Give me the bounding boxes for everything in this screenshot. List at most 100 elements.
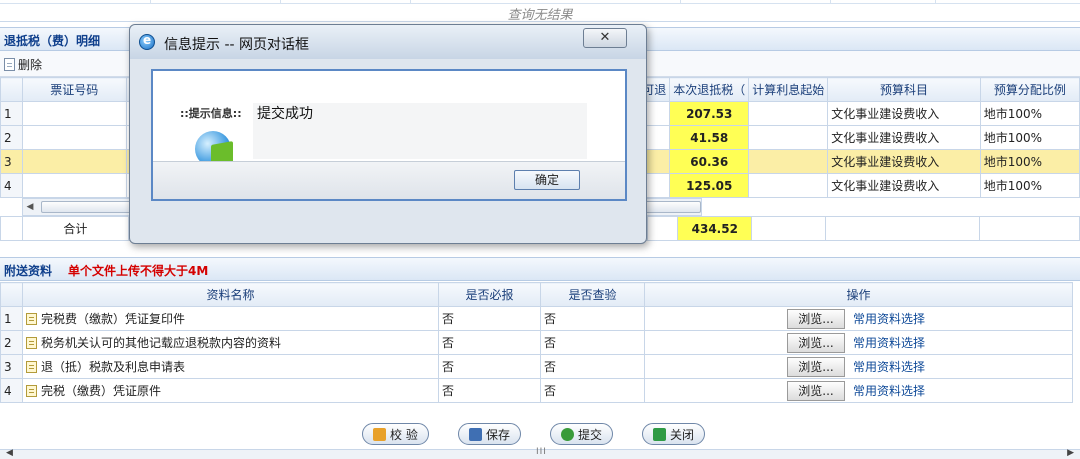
scroll-left-icon[interactable]: ◀: [23, 199, 37, 215]
table-row[interactable]: 4 完税（缴费）凭证原件 否 否 浏览... 常用资料选择: [0, 378, 1073, 403]
check-circle-icon: [561, 427, 574, 441]
interest-start-cell[interactable]: [748, 173, 829, 198]
budget-ratio-cell: 地市100%: [979, 101, 1080, 126]
row-number: 4: [0, 173, 23, 198]
close-button[interactable]: 关闭: [642, 423, 706, 445]
budget-subject-cell: 文化事业建设费收入: [827, 173, 981, 198]
ticket-number-cell[interactable]: [21, 101, 127, 126]
ok-button[interactable]: 确定: [514, 170, 580, 190]
delete-button[interactable]: 删除: [4, 56, 42, 73]
common-material-link[interactable]: 常用资料选择: [853, 384, 925, 398]
ticket-number-cell[interactable]: [21, 125, 127, 150]
file-icon: [26, 337, 37, 349]
col-required[interactable]: 是否必报: [438, 282, 541, 307]
file-icon: [26, 385, 37, 397]
verify-cell: 否: [540, 354, 645, 379]
browse-button[interactable]: 浏览...: [787, 380, 845, 401]
row-number: 4: [0, 378, 23, 403]
dialog-close-button[interactable]: ✕: [583, 28, 627, 48]
refund-amount-cell[interactable]: 41.58: [669, 125, 750, 150]
page: 查询无结果 退抵税（费）明细 删除 票证号码 余可退 本次退抵税（ 计算利息起始…: [0, 0, 1080, 459]
close-icon: ✕: [599, 30, 611, 45]
no-result-text: 查询无结果: [507, 8, 573, 23]
file-icon: [26, 313, 37, 325]
dialog-titlebar[interactable]: 信息提示 -- 网页对话框 ✕: [130, 25, 646, 59]
col-verify[interactable]: 是否查验: [540, 282, 645, 307]
submit-button[interactable]: 提交: [550, 423, 614, 445]
total-label: 合计: [21, 216, 129, 241]
dialog-footer: 确定: [153, 161, 625, 199]
scrollbar-grip-icon[interactable]: III: [536, 447, 547, 457]
prompt-label: ::提示信息::: [180, 107, 242, 120]
budget-subject-cell: 文化事业建设费收入: [827, 101, 981, 126]
table-header-row: 资料名称 是否必报 是否查验 操作: [0, 282, 1073, 307]
budget-ratio-cell: 地市100%: [979, 125, 1080, 150]
required-cell: 否: [438, 378, 541, 403]
required-cell: 否: [438, 354, 541, 379]
browse-button[interactable]: 浏览...: [787, 308, 845, 329]
material-name: 完税费（缴款）凭证复印件: [41, 312, 186, 326]
internet-explorer-icon: [139, 33, 155, 50]
attachments-header: 附送资料 单个文件上传不得大于4M: [0, 257, 1080, 281]
upload-size-warning: 单个文件上传不得大于4M: [68, 264, 209, 278]
required-cell: 否: [438, 330, 541, 355]
action-button-bar: 校 验 保存 提交 关闭: [0, 423, 1080, 447]
total-amount: 434.52: [677, 216, 753, 241]
row-number: 2: [0, 125, 23, 150]
row-number: 3: [0, 354, 23, 379]
attachments-title: 附送资料: [4, 264, 53, 278]
common-material-link[interactable]: 常用资料选择: [853, 312, 925, 326]
table-row[interactable]: 2 税务机关认可的其他记载应退税款内容的资料 否 否 浏览... 常用资料选择: [0, 330, 1073, 355]
common-material-link[interactable]: 常用资料选择: [853, 360, 925, 374]
verify-cell: 否: [540, 378, 645, 403]
interest-start-cell[interactable]: [748, 125, 829, 150]
refund-amount-cell[interactable]: 125.05: [669, 173, 750, 198]
refund-detail-title: 退抵税（费）明细: [4, 34, 101, 48]
scroll-left-icon[interactable]: ◀: [6, 448, 13, 458]
required-cell: 否: [438, 306, 541, 331]
interest-start-cell[interactable]: [748, 149, 829, 174]
col-material-name[interactable]: 资料名称: [22, 282, 439, 307]
budget-ratio-cell: 地市100%: [979, 149, 1080, 174]
col-operation[interactable]: 操作: [644, 282, 1073, 307]
delete-button-label: 删除: [18, 58, 43, 72]
col-ticket-number[interactable]: 票证号码: [21, 77, 127, 102]
floppy-disk-icon: [469, 427, 482, 441]
table-row[interactable]: 3 退（抵）税款及利息申请表 否 否 浏览... 常用资料选择: [0, 354, 1073, 379]
material-name: 完税（缴费）凭证原件: [41, 384, 162, 398]
row-number: 1: [0, 101, 23, 126]
col-interest-start[interactable]: 计算利息起始: [748, 77, 829, 102]
row-number: 2: [0, 330, 23, 355]
col-budget-ratio[interactable]: 预算分配比例: [979, 77, 1080, 102]
info-dialog: 信息提示 -- 网页对话框 ✕ ::提示信息:: 提交成功 确定: [129, 24, 647, 244]
dialog-body: ::提示信息:: 提交成功 确定: [151, 69, 627, 201]
dialog-content: ::提示信息:: 提交成功: [157, 75, 621, 167]
check-button[interactable]: 校 验: [362, 423, 429, 445]
browse-button[interactable]: 浏览...: [787, 332, 845, 353]
scroll-right-icon[interactable]: ▶: [1067, 448, 1074, 458]
table-row[interactable]: 1 完税费（缴款）凭证复印件 否 否 浏览... 常用资料选择: [0, 306, 1073, 331]
window-horizontal-scrollbar[interactable]: ◀ III ▶: [0, 447, 1080, 459]
budget-subject-cell: 文化事业建设费收入: [827, 125, 981, 150]
col-current-refund[interactable]: 本次退抵税（: [669, 77, 750, 102]
interest-start-cell[interactable]: [748, 101, 829, 126]
ticket-number-cell[interactable]: [21, 149, 127, 174]
col-budget-subject[interactable]: 预算科目: [827, 77, 981, 102]
exit-arrow-icon: [653, 427, 666, 441]
dialog-message: 提交成功: [257, 106, 313, 122]
dialog-title: 信息提示 -- 网页对话框: [164, 37, 310, 53]
budget-subject-cell: 文化事业建设费收入: [827, 149, 981, 174]
verify-cell: 否: [540, 306, 645, 331]
budget-ratio-cell: 地市100%: [979, 173, 1080, 198]
material-name: 退（抵）税款及利息申请表: [41, 360, 186, 374]
ticket-number-cell[interactable]: [21, 173, 127, 198]
verify-cell: 否: [540, 330, 645, 355]
material-name: 税务机关认可的其他记载应退税款内容的资料: [41, 336, 282, 350]
save-button[interactable]: 保存: [458, 423, 522, 445]
delete-document-icon: [4, 58, 15, 71]
browse-button[interactable]: 浏览...: [787, 356, 845, 377]
refund-amount-cell[interactable]: 60.36: [669, 149, 750, 174]
attachments-table: 资料名称 是否必报 是否查验 操作 1 完税费（缴款）凭证复印件 否 否 浏览.…: [0, 282, 1073, 403]
common-material-link[interactable]: 常用资料选择: [853, 336, 925, 350]
refund-amount-cell[interactable]: 207.53: [669, 101, 750, 126]
